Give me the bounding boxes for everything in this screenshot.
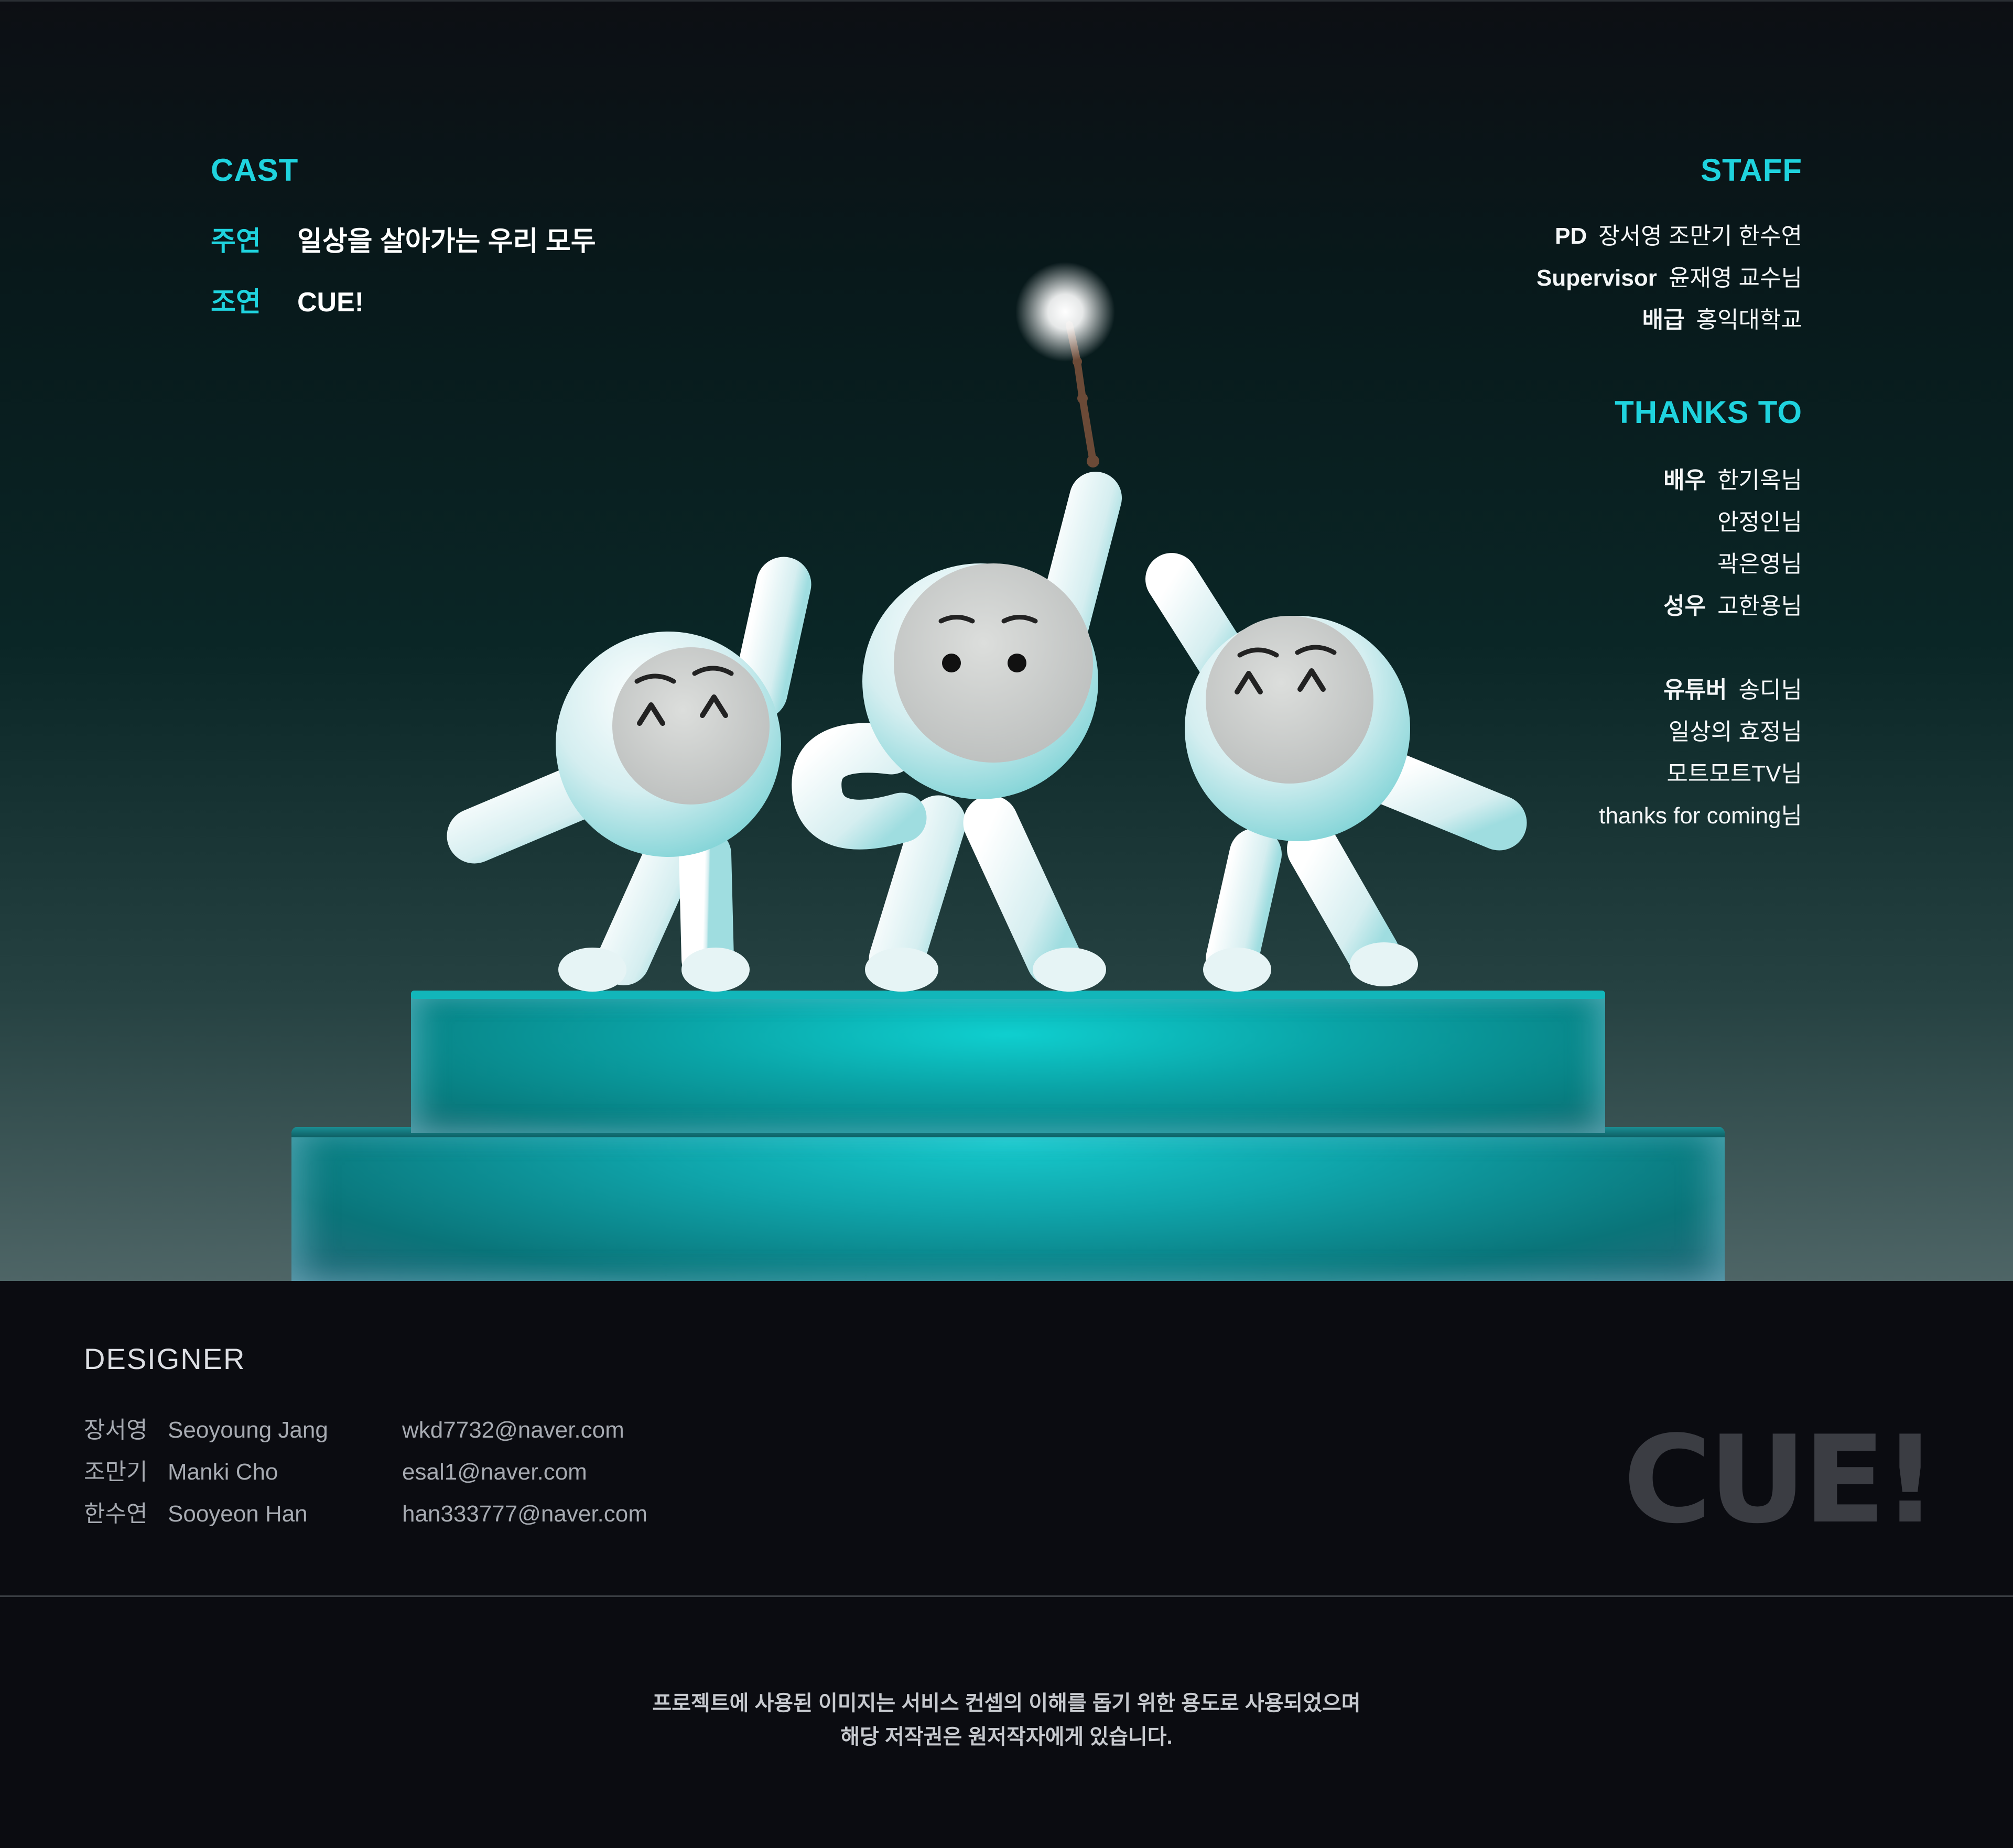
character-right <box>1145 553 1527 992</box>
designer-name-kr: 장서영 <box>84 1417 148 1443</box>
notice-line-1: 프로젝트에 사용된 이미지는 서비스 컨셉의 이해를 돕기 위한 용도로 사용되… <box>652 1692 1361 1715</box>
designer-row: 한수연 Sooyeon Han han333777@naver.com <box>84 1495 647 1528</box>
designer-title: DESIGNER <box>84 1342 246 1375</box>
character-left <box>447 557 811 992</box>
designer-email[interactable]: wkd7732@naver.com <box>402 1417 624 1443</box>
designer-row: 조만기 Manki Cho esal1@naver.com <box>84 1453 587 1486</box>
designer-name-en: Manki Cho <box>168 1459 278 1485</box>
cue-logo: CUE! <box>1623 1410 1938 1550</box>
designer-name-kr: 한수연 <box>84 1501 148 1527</box>
hero-section: CAST 주연 일상을 살아가는 우리 모두 조연 CUE! STAFF PD 장서영… <box>0 0 2013 1281</box>
designer-name-kr: 조만기 <box>84 1459 148 1485</box>
designer-email[interactable]: han333777@naver.com <box>402 1501 647 1527</box>
copyright-notice: 프로젝트에 사용된 이미지는 서비스 컨셉의 이해를 돕기 위한 용도로 사용되… <box>0 1687 2013 1754</box>
notice-line-2: 해당 저작권은 원저작자에게 있습니다. <box>840 1725 1173 1748</box>
characters-illustration <box>447 262 1527 992</box>
character-middle <box>792 262 1122 992</box>
designer-row: 장서영 Seoyoung Jang wkd7732@naver.com <box>84 1411 624 1444</box>
footer-divider <box>0 1595 2013 1597</box>
designer-email[interactable]: esal1@naver.com <box>402 1459 587 1485</box>
designer-name-en: Sooyeon Han <box>168 1501 308 1527</box>
designer-name-en: Seoyoung Jang <box>168 1417 328 1443</box>
